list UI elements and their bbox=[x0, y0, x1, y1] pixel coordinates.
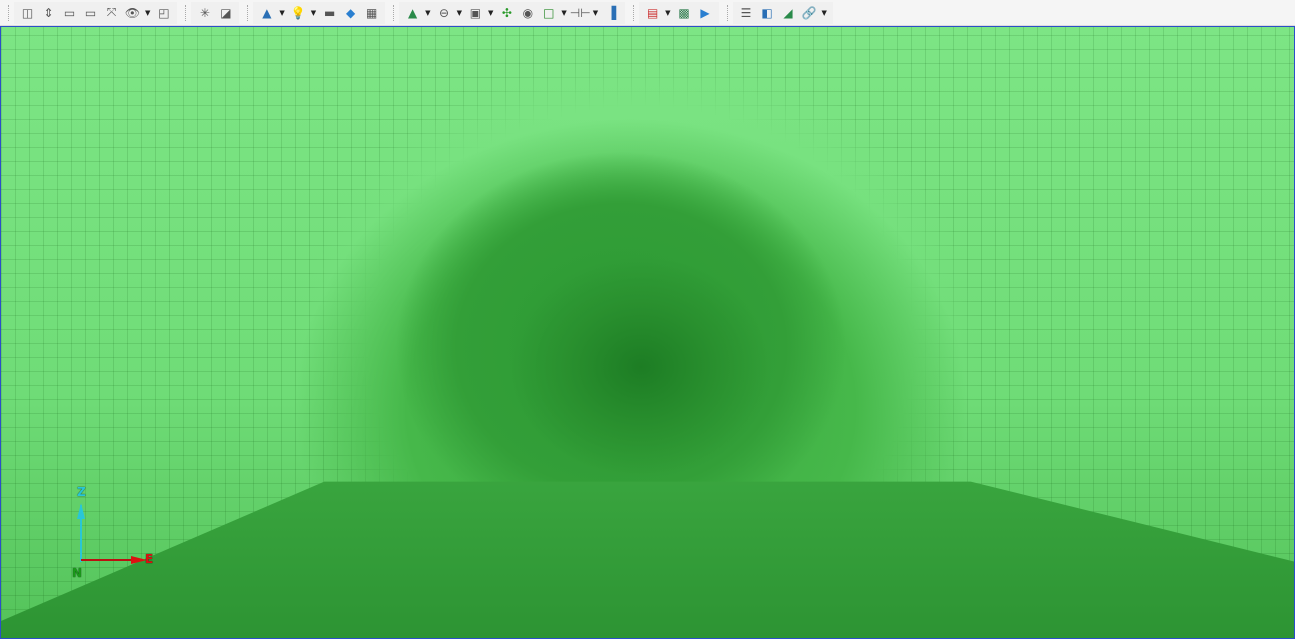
play-icon[interactable]: ▶ bbox=[697, 4, 714, 21]
light-bulb-icon[interactable]: 💡 bbox=[290, 4, 307, 21]
dropdown-arrow-icon[interactable]: ▼ bbox=[311, 4, 316, 21]
box-icon[interactable]: □ bbox=[540, 4, 557, 21]
dropdown-arrow-icon[interactable]: ▼ bbox=[145, 4, 150, 21]
marker-icon[interactable]: ◆ bbox=[342, 4, 359, 21]
section-tool-icon[interactable]: ▲ bbox=[404, 4, 421, 21]
toolbar-separator bbox=[633, 4, 635, 21]
toolbar-group: ☰ ◧ ◢ 🔗 ▼ bbox=[732, 1, 833, 24]
zoom-extents-icon[interactable]: ▭ bbox=[61, 4, 78, 21]
compare-icon[interactable]: ◧ bbox=[759, 4, 776, 21]
pdf-export-icon[interactable]: ▤ bbox=[644, 4, 661, 21]
toolbar-separator bbox=[8, 4, 10, 21]
list-icon[interactable]: ☰ bbox=[738, 4, 755, 21]
camera-icon[interactable]: ▬ bbox=[321, 4, 338, 21]
toolbar-separator bbox=[185, 4, 187, 21]
clipping-plane-icon[interactable]: ⊖ bbox=[436, 4, 453, 21]
grid-icon[interactable]: ▦ bbox=[363, 4, 380, 21]
deselect-icon[interactable]: ◪ bbox=[217, 4, 234, 21]
toolbar-group: ▤ ▼ ▩ ▶ bbox=[639, 1, 719, 24]
z-axis-arrow bbox=[77, 503, 85, 519]
dropdown-arrow-icon[interactable]: ▼ bbox=[425, 4, 430, 21]
perspective-box-icon[interactable]: ◰ bbox=[155, 4, 172, 21]
z-axis-label: Z bbox=[77, 485, 86, 499]
dropdown-arrow-icon[interactable]: ▼ bbox=[457, 4, 462, 21]
visibility-eye-icon[interactable]: 👁 bbox=[124, 4, 141, 21]
zoom-fit-icon[interactable]: ⤧ bbox=[103, 4, 120, 21]
dropdown-arrow-icon[interactable]: ▼ bbox=[665, 4, 670, 21]
select-all-icon[interactable]: ✳ bbox=[196, 4, 213, 21]
n-axis-label: N bbox=[72, 566, 83, 580]
view-cube-icon[interactable]: ◫ bbox=[19, 4, 36, 21]
profile-icon[interactable]: ◢ bbox=[780, 4, 797, 21]
toolbar-separator bbox=[393, 4, 395, 21]
toolbar-separator bbox=[726, 4, 729, 21]
toolbar-group: ▲ ▼ ⊖ ▼ ▣ ▼ ✣ ◉ □ ▼ ⊣⊢ ▼ ▐ bbox=[399, 1, 626, 24]
image-export-icon[interactable]: ▩ bbox=[676, 4, 693, 21]
dropdown-arrow-icon[interactable]: ▼ bbox=[279, 4, 284, 21]
toolbar-separator bbox=[247, 4, 249, 21]
orbit-center-icon[interactable]: ◉ bbox=[519, 4, 536, 21]
dropdown-arrow-icon[interactable]: ▼ bbox=[488, 4, 493, 21]
toolbar-group: ◫ ⇕ ▭ ▭ ⤧ 👁 ▼ ◰ bbox=[14, 1, 178, 24]
dropdown-arrow-icon[interactable]: ▼ bbox=[561, 4, 566, 21]
split-view-icon[interactable]: ▐ bbox=[603, 4, 620, 21]
link-icon[interactable]: 🔗 bbox=[801, 4, 818, 21]
toolbar-group: ▲ ▼ 💡 ▼ ▬ ◆ ▦ bbox=[253, 1, 386, 24]
flip-icon[interactable]: ⊣⊢ bbox=[570, 4, 591, 21]
main-toolbar: ◫ ⇕ ▭ ▭ ⤧ 👁 ▼ ◰ ✳ ◪ ▲ ▼ 💡 ▼ ▬ ◆ ▦ ▲ ▼ ⊖ ▼ ▣ ▼ ✣ ◉ □ ▼ ⊣⊢ ▼ ▐ ▤ ▼ ▩ ▶ ☰ ◧ ◢ 🔗 ▼ bbox=[0, 0, 1295, 26]
toolbar-group: ✳ ◪ bbox=[191, 1, 240, 24]
e-axis-label: E bbox=[145, 552, 154, 566]
3d-viewport[interactable]: Z E N bbox=[0, 26, 1295, 639]
point-tool-icon[interactable]: ▲ bbox=[258, 4, 275, 21]
crosshair-icon[interactable]: ✣ bbox=[498, 4, 515, 21]
fit-view-icon[interactable]: ⇕ bbox=[40, 4, 57, 21]
zoom-selection-icon[interactable]: ▭ bbox=[82, 4, 99, 21]
save-layer-icon[interactable]: ▣ bbox=[467, 4, 484, 21]
dropdown-arrow-icon[interactable]: ▼ bbox=[822, 4, 827, 21]
dropdown-arrow-icon[interactable]: ▼ bbox=[593, 4, 598, 21]
